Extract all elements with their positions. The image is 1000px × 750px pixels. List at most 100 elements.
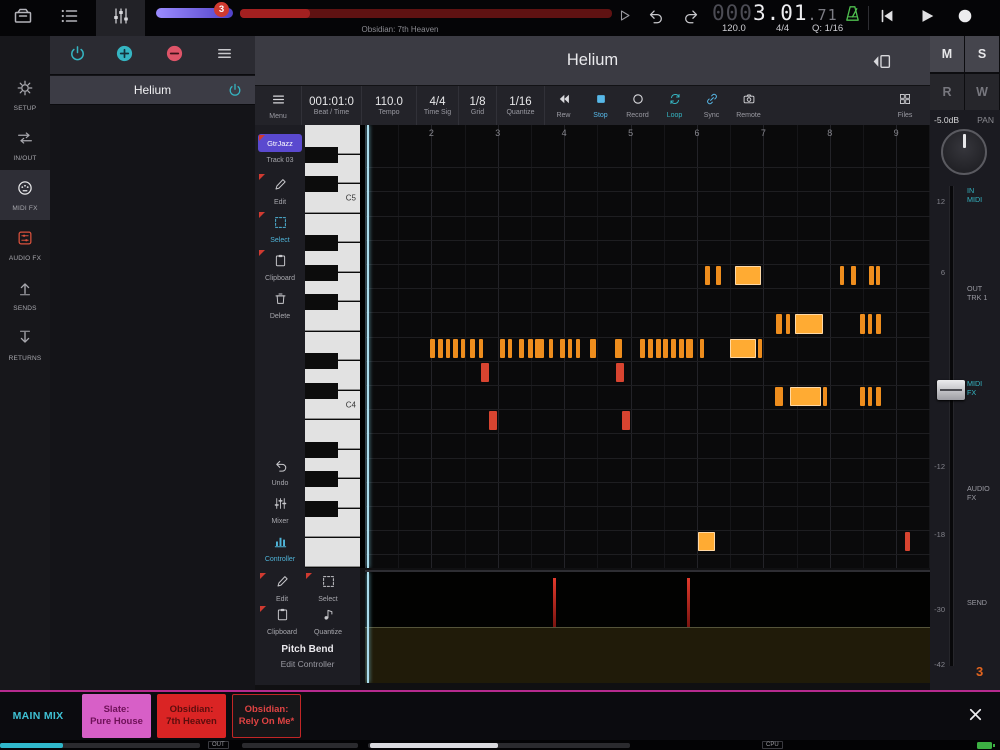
- routing-label-midifx[interactable]: MIDI FX: [967, 379, 999, 397]
- play-outline-button[interactable]: [613, 7, 635, 29]
- tool-clipboard-button[interactable]: Clipboard: [259, 605, 305, 637]
- song-list-button[interactable]: [58, 7, 80, 29]
- midi-note[interactable]: [698, 532, 715, 552]
- midi-note[interactable]: [705, 266, 710, 286]
- midi-note[interactable]: [568, 338, 572, 358]
- toolbar-field-beat-time[interactable]: 001:01:0 Beat / Time: [302, 86, 362, 125]
- routing-label-send[interactable]: SEND: [967, 598, 999, 607]
- piano-key-black[interactable]: [305, 146, 338, 163]
- piano-key-black[interactable]: [305, 235, 338, 252]
- tool-quantize-button[interactable]: Quantize: [305, 605, 351, 637]
- quantize-value[interactable]: Q: 1/16: [812, 23, 843, 34]
- midi-note[interactable]: [656, 338, 661, 358]
- tool-edit-button[interactable]: Edit: [259, 572, 305, 604]
- pitch-bend-event[interactable]: [553, 578, 556, 627]
- midi-note[interactable]: [758, 338, 762, 358]
- tool-delete-button[interactable]: Delete: [258, 287, 302, 323]
- midi-note[interactable]: [851, 266, 856, 286]
- midi-note[interactable]: [560, 338, 565, 358]
- midi-note[interactable]: [716, 266, 721, 286]
- panel-toggle-button[interactable]: [871, 51, 892, 77]
- play-button[interactable]: [916, 7, 938, 29]
- channel-button-r[interactable]: R: [930, 73, 964, 110]
- midi-note[interactable]: [576, 338, 580, 358]
- midi-note[interactable]: [622, 411, 630, 431]
- midi-note[interactable]: [549, 338, 553, 358]
- mixer-view-button[interactable]: [96, 0, 145, 36]
- midi-note[interactable]: [479, 338, 483, 358]
- piano-key-black[interactable]: [305, 500, 338, 517]
- midi-note[interactable]: [840, 266, 844, 286]
- midi-note[interactable]: [786, 314, 790, 334]
- save-button[interactable]: [12, 7, 34, 29]
- transport-rew-button[interactable]: Rew: [545, 86, 582, 125]
- tool-select-button[interactable]: Select: [258, 211, 302, 247]
- toolbar-field-tempo[interactable]: 110.0 Tempo: [362, 86, 417, 125]
- track-row-helium[interactable]: Helium: [50, 76, 255, 105]
- midi-note[interactable]: [735, 266, 761, 286]
- toolbar-field-grid[interactable]: 1/8 Grid: [459, 86, 497, 125]
- midi-note[interactable]: [876, 266, 880, 286]
- piano-roll-grid[interactable]: 2 3 4 5 6 7 8 9: [365, 125, 930, 568]
- tool-mixer-button[interactable]: Mixer: [258, 492, 302, 528]
- midi-note[interactable]: [519, 338, 524, 358]
- ruler-bar-label[interactable]: 4: [562, 128, 567, 138]
- midi-note[interactable]: [775, 387, 783, 407]
- position-display[interactable]: 000 3.01.71: [712, 1, 838, 25]
- midi-note[interactable]: [453, 338, 458, 358]
- midi-note[interactable]: [700, 338, 704, 358]
- toolbar-field-quantize[interactable]: 1/16 Quantize: [497, 86, 545, 125]
- midi-note[interactable]: [430, 338, 435, 358]
- midi-note[interactable]: [860, 387, 865, 407]
- midi-note[interactable]: [876, 387, 881, 407]
- files-button[interactable]: Files: [880, 86, 930, 125]
- midi-note[interactable]: [776, 314, 782, 334]
- piano-key-black[interactable]: [305, 382, 338, 399]
- midi-note[interactable]: [905, 532, 910, 552]
- midi-note[interactable]: [790, 387, 821, 407]
- pitch-bend-lane[interactable]: [365, 570, 930, 683]
- midi-note[interactable]: [671, 338, 676, 358]
- midi-note[interactable]: [446, 338, 450, 358]
- midi-note[interactable]: [470, 338, 475, 358]
- sidebar-item-midi-fx[interactable]: MIDI FX: [0, 170, 50, 220]
- toolbar-field-time-sig[interactable]: 4/4 Time Sig: [417, 86, 459, 125]
- midi-note[interactable]: [876, 314, 881, 334]
- transport-remote-button[interactable]: Remote: [730, 86, 767, 125]
- midi-note[interactable]: [868, 387, 872, 407]
- tool-select-button[interactable]: Select: [305, 572, 351, 604]
- midi-note[interactable]: [535, 338, 544, 358]
- sidebar-item-in-out[interactable]: IN/OUT: [0, 120, 50, 170]
- midi-note[interactable]: [438, 338, 443, 358]
- piano-key-black[interactable]: [305, 353, 338, 370]
- midi-note[interactable]: [823, 387, 827, 407]
- ruler-bar-label[interactable]: 7: [761, 128, 766, 138]
- sidebar-item-audio-fx[interactable]: AUDIO FX: [0, 220, 50, 270]
- midi-note[interactable]: [679, 338, 684, 358]
- channel-button-s[interactable]: S: [965, 36, 999, 72]
- midi-note[interactable]: [615, 338, 622, 358]
- piano-key-e3[interactable]: [305, 538, 360, 567]
- tab-main-mix[interactable]: MAIN MIX: [0, 710, 76, 722]
- routing-label-inmidi[interactable]: IN MIDI: [967, 186, 999, 204]
- routing-label-audiofx[interactable]: AUDIO FX: [967, 484, 999, 502]
- tab-obsidian-7th-heaven[interactable]: Obsidian: 7th Heaven: [157, 694, 226, 738]
- sidebar-item-sends[interactable]: SENDS: [0, 270, 50, 320]
- track-patch-badge[interactable]: GtrJazz: [258, 134, 302, 152]
- midi-note[interactable]: [461, 338, 465, 358]
- controller-name[interactable]: Pitch Bend: [255, 644, 360, 655]
- tool-clipboard-button[interactable]: Clipboard: [258, 249, 302, 285]
- ruler-bar-label[interactable]: 2: [429, 128, 434, 138]
- pitch-bend-event[interactable]: [687, 578, 690, 627]
- sidebar-item-setup[interactable]: SETUP: [0, 70, 50, 120]
- redo-button[interactable]: [681, 7, 703, 29]
- tab-slate-pure-house[interactable]: Slate: Pure House: [82, 694, 151, 738]
- midi-note[interactable]: [663, 338, 668, 358]
- ruler-bar-label[interactable]: 9: [894, 128, 899, 138]
- midi-note[interactable]: [686, 338, 693, 358]
- piano-key-black[interactable]: [305, 264, 338, 281]
- track-selector[interactable]: GtrJazz Track 03: [258, 127, 302, 171]
- add-track-button[interactable]: [113, 45, 135, 67]
- midi-note[interactable]: [640, 338, 645, 358]
- channel-button-m[interactable]: M: [930, 36, 964, 72]
